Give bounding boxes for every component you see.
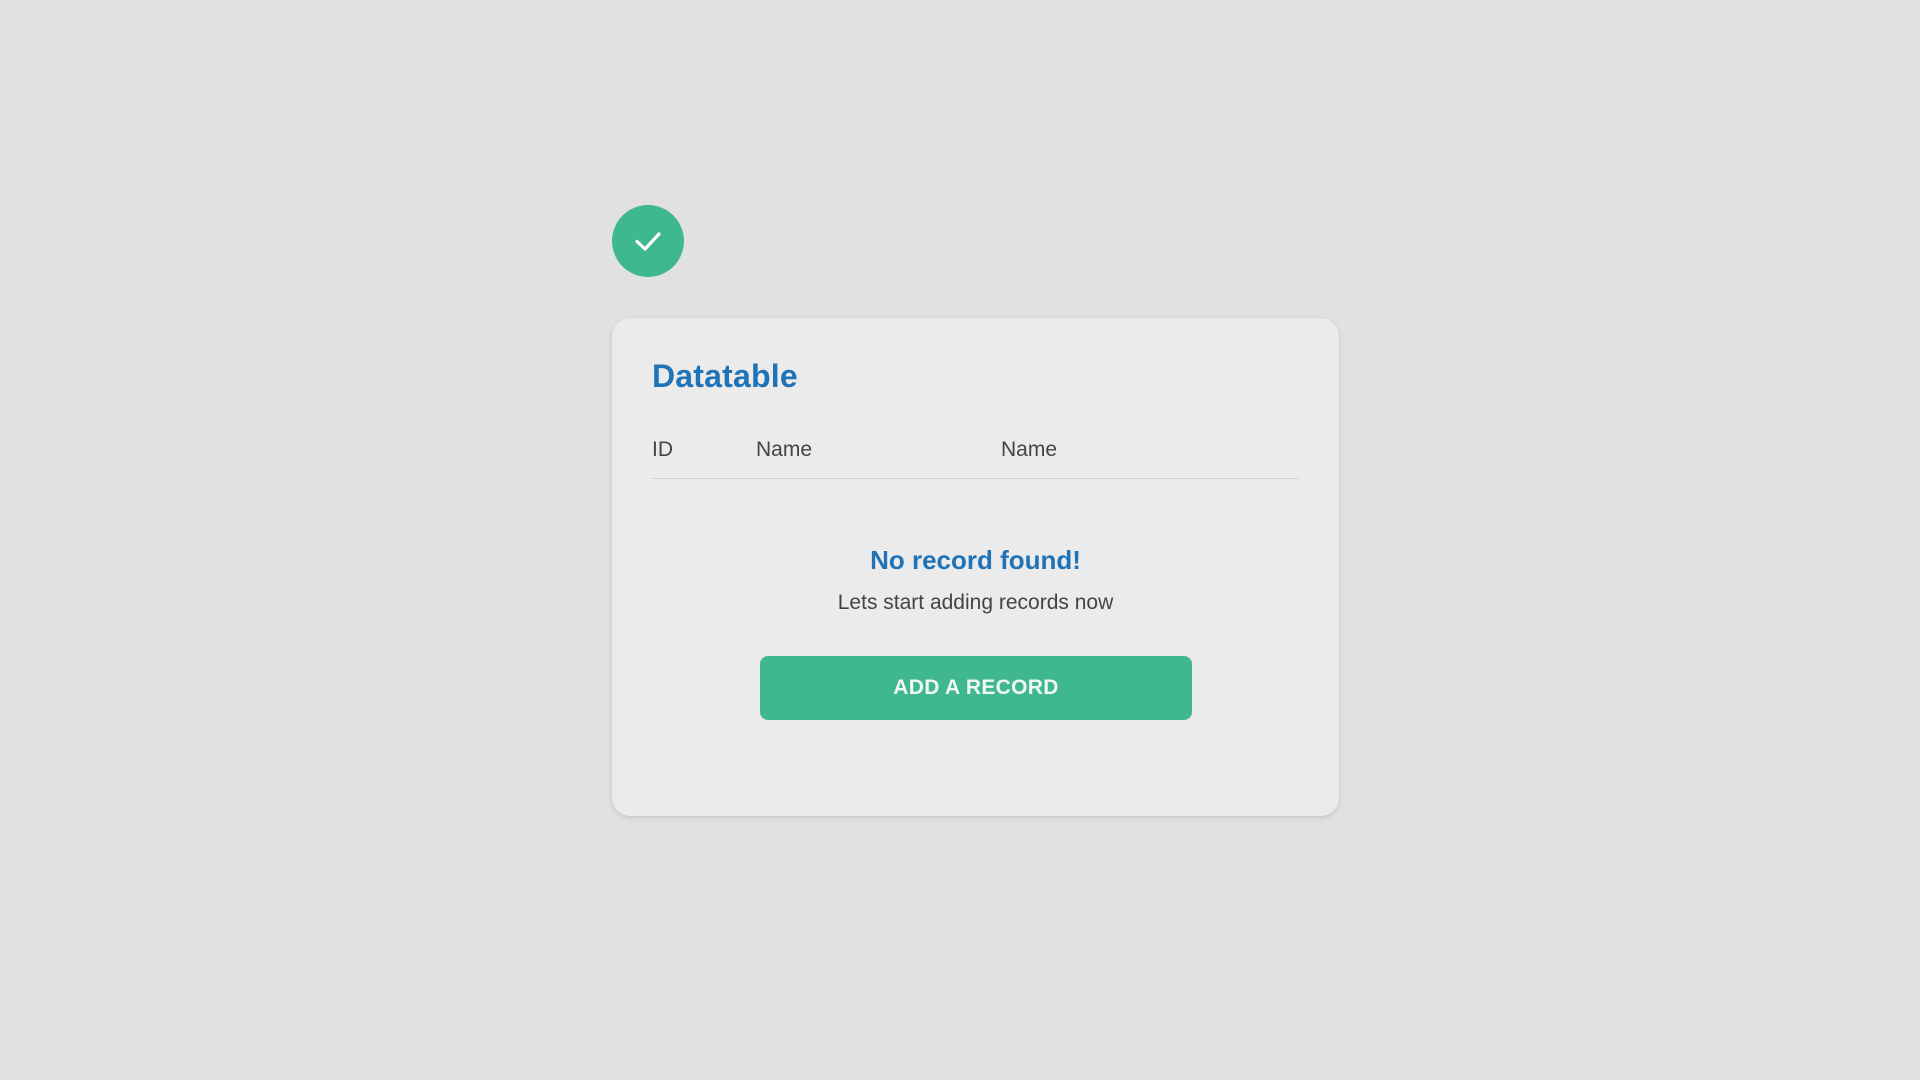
column-header-id: ID bbox=[652, 438, 673, 461]
empty-state-subtitle: Lets start adding records now bbox=[837, 591, 1114, 614]
column-header-name: Name bbox=[756, 438, 813, 461]
card-title: Datatable bbox=[652, 358, 798, 394]
check-icon bbox=[635, 232, 661, 251]
column-header-name-2: Name bbox=[1001, 438, 1058, 461]
page: Datatable ID Name Name No record found! … bbox=[0, 0, 1920, 1080]
datatable-card: Datatable ID Name Name No record found! … bbox=[612, 318, 1339, 816]
success-badge bbox=[612, 205, 684, 277]
add-record-button[interactable]: ADD A RECORD bbox=[760, 656, 1192, 720]
empty-state-title: No record found! bbox=[870, 545, 1081, 575]
table-header: ID Name Name bbox=[652, 438, 1299, 479]
